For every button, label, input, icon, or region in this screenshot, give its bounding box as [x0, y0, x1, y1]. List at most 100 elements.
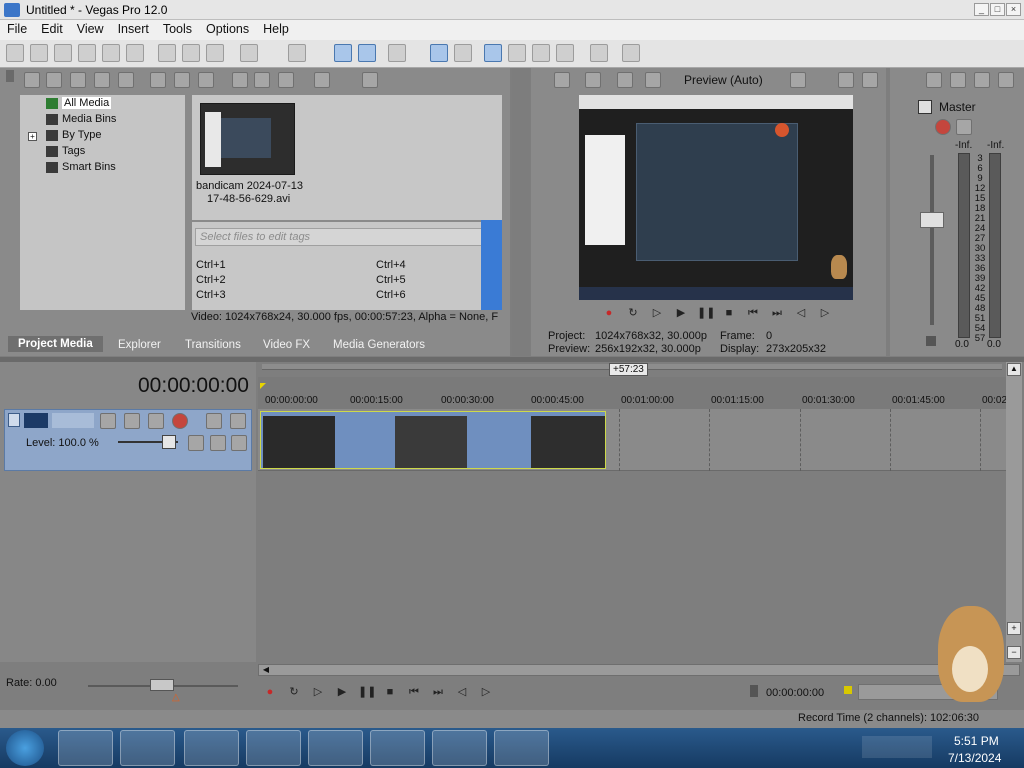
- lock-icon[interactable]: [926, 336, 936, 346]
- tab-explorer[interactable]: Explorer: [118, 339, 161, 351]
- expand-icon[interactable]: +: [28, 132, 37, 141]
- lock-envelopes-icon[interactable]: [484, 44, 502, 62]
- play-icon[interactable]: ▶: [673, 306, 689, 320]
- tab-project-media[interactable]: Project Media: [8, 336, 103, 352]
- search-media-icon[interactable]: [118, 72, 134, 88]
- overlays-icon[interactable]: [790, 72, 806, 88]
- new-icon[interactable]: [6, 44, 24, 62]
- record-icon[interactable]: ●: [601, 306, 617, 320]
- timeline-record-icon[interactable]: ●: [262, 685, 278, 699]
- paste-icon[interactable]: [206, 44, 224, 62]
- tray-icons[interactable]: [862, 736, 932, 758]
- auto-crossfade-icon[interactable]: [454, 44, 472, 62]
- vertical-scrollbar[interactable]: [1006, 362, 1022, 662]
- zoom-in-icon[interactable]: +: [1007, 622, 1021, 635]
- auto-preview-icon[interactable]: [278, 72, 294, 88]
- open-icon[interactable]: [30, 44, 48, 62]
- track-move-down-icon[interactable]: [231, 435, 247, 451]
- task-vegas-icon[interactable]: [494, 730, 549, 766]
- preview-quality-dropdown[interactable]: Preview (Auto): [684, 73, 763, 87]
- maximize-button[interactable]: □: [990, 3, 1005, 16]
- task-firefox-icon[interactable]: [246, 730, 301, 766]
- go-to-end-icon[interactable]: ⏭: [769, 306, 785, 320]
- scroll-left-icon[interactable]: ◀: [260, 665, 272, 675]
- get-media-icon[interactable]: [94, 72, 110, 88]
- stop-icon[interactable]: ■: [721, 306, 737, 320]
- menu-view[interactable]: View: [70, 20, 111, 36]
- downmix-icon[interactable]: [950, 72, 966, 88]
- cut-icon[interactable]: [158, 44, 176, 62]
- mixer-properties-icon[interactable]: [926, 72, 942, 88]
- zoom-out-icon[interactable]: −: [1007, 646, 1021, 659]
- minimize-button[interactable]: _: [974, 3, 989, 16]
- loop-start-marker[interactable]: [260, 383, 266, 389]
- zoom-tool-icon[interactable]: [532, 44, 550, 62]
- media-thumbnail[interactable]: [200, 103, 295, 175]
- tree-item-by-type[interactable]: By Type: [62, 129, 102, 141]
- render-icon[interactable]: [102, 44, 120, 62]
- tags-input[interactable]: Select files to edit tags: [195, 228, 482, 246]
- menu-file[interactable]: File: [0, 20, 34, 36]
- track-envelope-icon[interactable]: [188, 435, 204, 451]
- split-screen-icon[interactable]: [645, 72, 661, 88]
- auto-ripple-icon[interactable]: [388, 44, 406, 62]
- play-from-start-icon[interactable]: ▷: [649, 306, 665, 320]
- external-monitor-icon[interactable]: [585, 72, 601, 88]
- tab-transitions[interactable]: Transitions: [185, 339, 241, 351]
- help-icon[interactable]: [622, 44, 640, 62]
- tree-item-smart-bins[interactable]: Smart Bins: [62, 161, 116, 173]
- track-motion-icon[interactable]: [100, 413, 116, 429]
- tab-video-fx[interactable]: Video FX: [263, 339, 310, 351]
- snapping-icon[interactable]: [430, 44, 448, 62]
- dim-output-icon[interactable]: [974, 72, 990, 88]
- timeline-go-to-end-icon[interactable]: ⏭: [430, 685, 446, 699]
- menu-tools[interactable]: Tools: [156, 20, 199, 36]
- media-properties-icon[interactable]: [174, 72, 190, 88]
- menu-help[interactable]: Help: [256, 20, 296, 36]
- tree-item-all-media[interactable]: All Media: [62, 97, 112, 109]
- timeline-pause-icon[interactable]: ❚❚: [358, 685, 376, 699]
- task-cmd-icon[interactable]: [58, 730, 113, 766]
- media-fx-icon[interactable]: [198, 72, 214, 88]
- capture-icon[interactable]: [70, 72, 86, 88]
- timeline-prev-frame-icon[interactable]: ◁: [454, 685, 470, 699]
- track-name-field[interactable]: [52, 413, 94, 428]
- redo-icon[interactable]: [288, 44, 306, 62]
- menu-options[interactable]: Options: [199, 20, 256, 36]
- next-frame-icon[interactable]: ▷: [817, 306, 833, 320]
- track-mute-icon[interactable]: [206, 413, 222, 429]
- play-preview-icon[interactable]: [232, 72, 248, 88]
- scroll-up-icon[interactable]: ▲: [1007, 363, 1021, 376]
- copy-snapshot-icon[interactable]: [838, 72, 854, 88]
- tab-media-generators[interactable]: Media Generators: [333, 339, 425, 351]
- loop-icon[interactable]: ↻: [625, 306, 641, 320]
- track-minimize-icon[interactable]: [8, 413, 20, 427]
- menu-edit[interactable]: Edit: [34, 20, 70, 36]
- horizontal-scrollbar[interactable]: [258, 664, 1020, 676]
- preview-fx-icon[interactable]: [617, 72, 633, 88]
- panel-grip[interactable]: [6, 70, 14, 82]
- track-gear-icon[interactable]: [172, 413, 188, 429]
- timeline-play-icon[interactable]: ▶: [334, 685, 350, 699]
- envelope-tool-icon[interactable]: [358, 44, 376, 62]
- refresh-icon[interactable]: [24, 72, 40, 88]
- brush-icon[interactable]: [590, 44, 608, 62]
- task-globe-icon[interactable]: [184, 730, 239, 766]
- timeline-go-to-start-icon[interactable]: ⏮: [406, 685, 422, 699]
- properties-icon[interactable]: [126, 44, 144, 62]
- start-button-icon[interactable]: [6, 730, 44, 766]
- normal-edit-tool-icon[interactable]: [334, 44, 352, 62]
- timeline-play-from-start-icon[interactable]: ▷: [310, 685, 326, 699]
- track-number[interactable]: [24, 413, 48, 428]
- video-event-clip[interactable]: [260, 411, 606, 469]
- timeline-stop-icon[interactable]: ■: [382, 685, 398, 699]
- selection-tool-icon[interactable]: [556, 44, 574, 62]
- master-fader-handle[interactable]: [920, 212, 944, 228]
- remove-media-icon[interactable]: [150, 72, 166, 88]
- undo-icon[interactable]: [240, 44, 258, 62]
- task-windows-icon[interactable]: [308, 730, 363, 766]
- task-7zip-icon[interactable]: [432, 730, 487, 766]
- project-properties-icon[interactable]: [554, 72, 570, 88]
- track-solo-icon[interactable]: [230, 413, 246, 429]
- stop-preview-icon[interactable]: [254, 72, 270, 88]
